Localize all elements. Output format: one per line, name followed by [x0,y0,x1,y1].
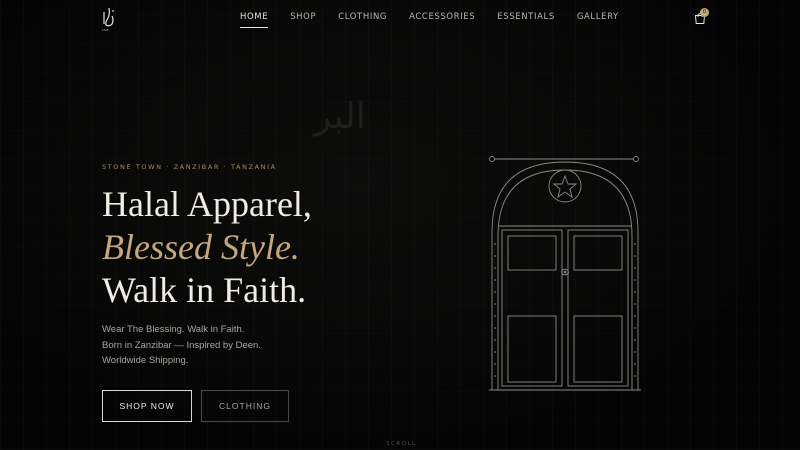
hero-headline: Halal Apparel, Blessed Style. Walk in Fa… [102,183,312,312]
clothing-button[interactable]: CLOTHING [201,390,289,422]
headline-line-1: Halal Apparel, [102,184,312,224]
nav-home[interactable]: HOME [240,12,269,28]
tagline-line-1: Wear The Blessing. Walk in Faith. [102,324,245,335]
location-label: STONE TOWN · ZANZIBAR · TANZANIA [102,163,277,171]
cart-count-badge: 0 [700,8,709,17]
hero-tagline: Wear The Blessing. Walk in Faith. Born i… [102,322,261,369]
headline-line-2: Blessed Style. [102,227,300,267]
nav-gallery[interactable]: GALLERY [577,12,619,28]
tagline-line-3: Worldwide Shipping. [102,355,189,366]
top-navigation: LIVE HOME SHOP CLOTHING ACCESSORIES ESSE… [0,0,800,36]
tagline-line-2: Born in Zanzibar — Inspired by Deen. [102,339,261,351]
logo-icon[interactable]: LIVE [100,6,118,32]
zanzibar-door-illustration [486,152,644,396]
nav-essentials[interactable]: ESSENTIALS [497,12,555,28]
svg-text:LIVE: LIVE [102,28,109,32]
nav-links: HOME SHOP CLOTHING ACCESSORIES ESSENTIAL… [240,12,641,28]
arabic-watermark: البر [314,96,366,137]
shop-now-button[interactable]: SHOP NOW [102,390,192,422]
nav-shop[interactable]: SHOP [290,12,316,28]
nav-accessories[interactable]: ACCESSORIES [409,12,475,28]
headline-line-3: Walk in Faith. [102,270,307,310]
nav-clothing[interactable]: CLOTHING [338,12,387,28]
scroll-indicator[interactable]: SCROLL [386,441,417,447]
